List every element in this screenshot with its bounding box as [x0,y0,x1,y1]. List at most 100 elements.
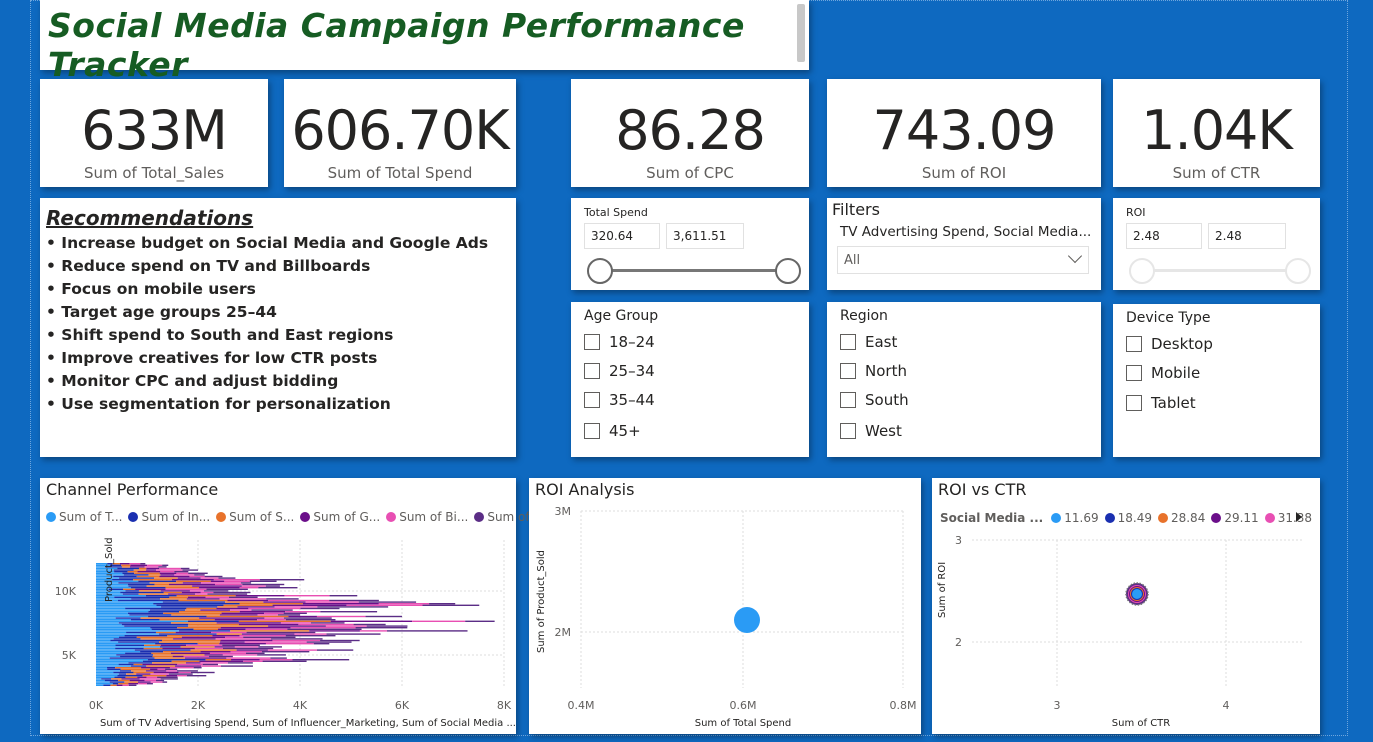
bar-segment [221,612,265,614]
region-option-north[interactable]: North [840,362,907,380]
scrollbar[interactable] [797,4,805,62]
bar-segment [243,660,263,662]
kpi-cpc[interactable]: 86.28 Sum of CPC [571,79,809,187]
bar-segment [96,628,152,630]
bar-segment [326,633,381,635]
bar-segment [412,620,466,622]
range-max-input[interactable]: 2.48 [1208,223,1286,249]
roi-analysis-chart[interactable]: ROI Analysis 3M 2M 0.4M 0.6M 0.8M Sum of… [529,478,921,734]
device-option-tablet[interactable]: Tablet [1126,394,1196,412]
bar-segment [133,569,147,571]
bar-segment [238,620,331,622]
channel-performance-chart[interactable]: Channel Performance Sum of T... Sum of I… [40,478,553,734]
age-option-18-24[interactable]: 18–24 [584,333,655,351]
age-option-25-34[interactable]: 25–34 [584,362,655,380]
bar-segment [226,657,271,659]
checkbox[interactable] [840,392,856,408]
checkbox[interactable] [584,363,600,379]
bar-segment [268,625,326,627]
bar-segment [202,663,218,666]
bar-segment [181,591,201,594]
bar-segment [219,614,258,616]
bar-segment [186,675,207,677]
checkbox[interactable] [584,423,600,439]
bar-segment [183,655,210,658]
range-max-input[interactable]: 3,611.51 [666,223,744,249]
checkbox[interactable] [840,363,856,379]
checkbox[interactable] [1126,365,1142,381]
range-min-input[interactable]: 2.48 [1126,223,1202,249]
chevron-down-icon [1067,248,1083,264]
bar-segment [163,612,222,614]
bar-segment [125,676,138,678]
region-option-south[interactable]: South [840,391,909,409]
checkbox[interactable] [1126,395,1142,411]
bar-segment [96,649,135,651]
option-label: West [865,422,902,440]
checkbox[interactable] [584,392,600,408]
bar-segment [118,641,160,643]
bar-segment [177,675,187,677]
bar-segment [115,667,142,669]
range-min-handle[interactable] [1129,258,1155,284]
kpi-value: 86.28 [615,99,766,162]
bar-segment [159,572,177,574]
age-option-45-plus[interactable]: 45+ [584,422,641,440]
bar-segment [96,657,110,659]
checkbox[interactable] [840,334,856,350]
recommendation-item: • Focus on mobile users [46,280,256,298]
kpi-ctr[interactable]: 1.04K Sum of CTR [1113,79,1320,187]
range-track[interactable] [599,269,789,272]
age-option-35-44[interactable]: 35–44 [584,391,655,409]
bar-segment [155,631,176,634]
roi-vs-ctr-chart[interactable]: ROI vs CTR Social Media ... 11.69 18.49 … [932,478,1320,734]
x-tick: 4K [293,699,308,712]
bar-segment [171,660,200,662]
bar-segment [139,678,161,680]
bar-segment [134,572,160,574]
bar-segment [154,583,169,586]
region-option-east[interactable]: East [840,333,897,351]
bar-segment [271,638,323,640]
bar-segment [165,588,207,590]
kpi-total-sales[interactable]: 633M Sum of Total_Sales [40,79,268,187]
slicer-title: Total Spend [584,206,648,219]
bar-segment [178,671,191,674]
bar-segment [231,659,260,661]
bar-segment [158,566,167,568]
y-tick: 2M [555,626,572,639]
range-track[interactable] [1141,269,1299,272]
checkbox[interactable] [1126,336,1142,352]
bar-segment [96,635,125,637]
bar-segment [239,611,286,613]
kpi-roi[interactable]: 743.09 Sum of ROI [827,79,1101,187]
bar-segment [206,615,289,618]
data-point [1132,589,1142,599]
kpi-total-spend[interactable]: 606.70K Sum of Total Spend [284,79,516,187]
bar-segment [265,585,280,587]
bar-segment [190,649,237,651]
bar-segment [109,681,125,683]
device-option-desktop[interactable]: Desktop [1126,335,1213,353]
range-max-handle[interactable] [775,258,801,284]
region-option-west[interactable]: West [840,422,902,440]
bar-segment [96,580,139,582]
bar-segment [309,630,360,632]
device-option-mobile[interactable]: Mobile [1126,364,1200,382]
bar-segment [130,564,148,566]
bar-segment [194,574,205,576]
bar-segment [160,574,175,576]
bar-segment [200,591,214,594]
range-min-handle[interactable] [587,258,613,284]
checkbox[interactable] [584,334,600,350]
bar-segment [96,665,131,667]
bar-segment [137,676,147,678]
filters-dropdown[interactable]: All [837,246,1089,274]
range-min-input[interactable]: 320.64 [584,223,660,249]
bar-segment [96,647,116,650]
checkbox[interactable] [840,423,856,439]
range-max-handle[interactable] [1285,258,1311,284]
bar-segment [96,611,149,613]
kpi-label: Sum of ROI [921,164,1007,182]
bar-segment [159,641,220,643]
